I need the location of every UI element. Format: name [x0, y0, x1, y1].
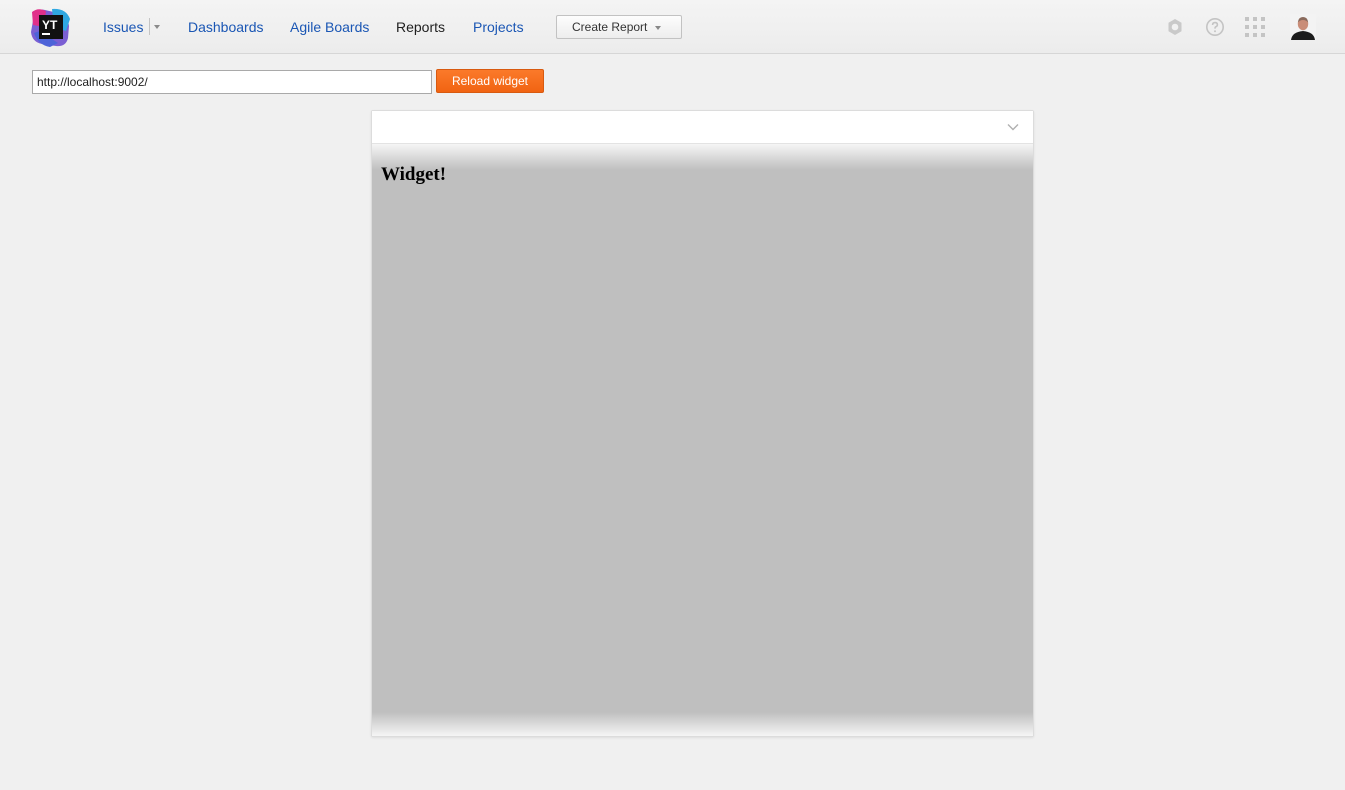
nav-dashboards[interactable]: Dashboards: [188, 18, 264, 36]
widget-top-shade: [372, 144, 1033, 170]
help-icon[interactable]: [1205, 17, 1225, 37]
chevron-down-icon[interactable]: [1007, 120, 1019, 132]
user-avatar[interactable]: [1290, 14, 1316, 40]
nav-agile-boards[interactable]: Agile Boards: [290, 18, 369, 36]
create-report-label: Create Report: [572, 20, 648, 34]
widget-heading: Widget!: [381, 164, 447, 185]
create-report-button[interactable]: Create Report: [556, 15, 682, 39]
nav-reports[interactable]: Reports: [396, 18, 445, 36]
youtrack-logo[interactable]: YT: [30, 7, 71, 48]
widget-content: Widget!: [372, 144, 1033, 736]
nav-projects[interactable]: Projects: [473, 18, 524, 36]
nav-separator: [149, 18, 150, 35]
chevron-down-icon: [655, 26, 661, 30]
reload-widget-button[interactable]: Reload widget: [436, 69, 544, 93]
nav-issues[interactable]: Issues: [103, 18, 143, 36]
widget-bottom-shade: [372, 712, 1033, 736]
widget-container: Widget!: [371, 110, 1034, 737]
apps-grid-icon[interactable]: [1245, 17, 1265, 37]
issues-dropdown-caret-icon[interactable]: [154, 25, 160, 29]
widget-url-input[interactable]: [32, 70, 432, 94]
top-navigation-bar: YT Issues Dashboards Agile Boards Report…: [0, 0, 1345, 54]
widget-header: [372, 111, 1033, 144]
logo-text: YT: [42, 18, 58, 32]
settings-gear-icon[interactable]: [1165, 17, 1185, 37]
